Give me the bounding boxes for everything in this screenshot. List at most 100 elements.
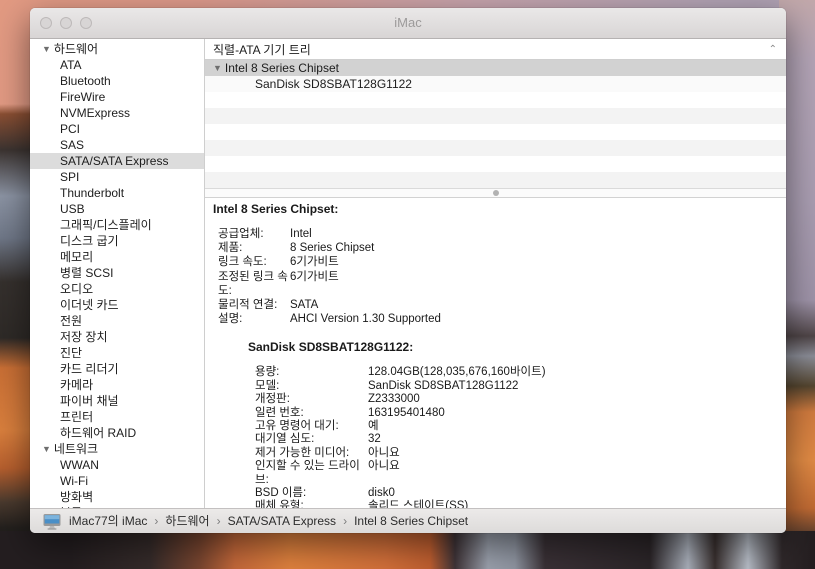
- sort-ascending-icon[interactable]: ⌃: [769, 44, 786, 55]
- sidebar[interactable]: ▼하드웨어ATABluetoothFireWireNVMExpressPCISA…: [30, 39, 205, 508]
- detail-value: 아니요: [368, 447, 786, 460]
- sidebar-item[interactable]: 카메라: [30, 377, 204, 393]
- detail-value: SATA: [290, 298, 786, 312]
- detail-row: 설명:AHCI Version 1.30 Supported: [205, 312, 786, 326]
- sidebar-item[interactable]: 파이버 채널: [30, 393, 204, 409]
- tree-row[interactable]: SanDisk SD8SBAT128G1122: [205, 76, 786, 92]
- sidebar-item[interactable]: FireWire: [30, 89, 204, 105]
- detail-row: 공급업체:Intel: [205, 227, 786, 241]
- sidebar-item[interactable]: 진단: [30, 345, 204, 361]
- imac-computer-icon: [42, 513, 62, 530]
- sidebar-item[interactable]: Bluetooth: [30, 73, 204, 89]
- detail-value: SanDisk SD8SBAT128G1122: [368, 380, 786, 393]
- tree-column-title: 직렬-ATA 기기 트리: [205, 41, 769, 58]
- detail-section: SanDisk SD8SBAT128G1122:용량:128.04GB(128,…: [205, 340, 786, 508]
- detail-pane: Intel 8 Series Chipset:공급업체:Intel제품:8 Se…: [205, 198, 786, 508]
- detail-label: 용량:: [255, 366, 368, 379]
- tree-row-label: Intel 8 Series Chipset: [225, 61, 339, 75]
- sidebar-item[interactable]: 디스크 굽기: [30, 233, 204, 249]
- detail-value: Intel: [290, 227, 786, 241]
- breadcrumb-bar: iMac77의 iMac›하드웨어›SATA/SATA Express›Inte…: [30, 508, 786, 533]
- window-title: iMac: [30, 8, 786, 38]
- detail-value: 8 Series Chipset: [290, 241, 786, 255]
- disclosure-triangle-icon: ▼: [42, 441, 51, 457]
- detail-label: 물리적 연결:: [218, 298, 290, 312]
- sidebar-item[interactable]: ATA: [30, 57, 204, 73]
- detail-row: 고유 명령어 대기:예: [205, 420, 786, 433]
- detail-label: 개정판:: [255, 393, 368, 406]
- detail-row: 제품:8 Series Chipset: [205, 241, 786, 255]
- pane-splitter[interactable]: [205, 188, 786, 198]
- sidebar-item[interactable]: Wi-Fi: [30, 473, 204, 489]
- tree-row-label: SanDisk SD8SBAT128G1122: [255, 77, 412, 91]
- detail-row: 용량:128.04GB(128,035,676,160바이트): [205, 366, 786, 379]
- breadcrumb-item[interactable]: SATA/SATA Express: [228, 514, 336, 528]
- detail-row: 대기열 심도:32: [205, 433, 786, 446]
- breadcrumb-separator-icon: ›: [217, 514, 221, 528]
- detail-value: 솔리드 스테이트(SS): [368, 500, 786, 508]
- sidebar-group-label: 네트워크: [54, 442, 98, 456]
- detail-label: 공급업체:: [218, 227, 290, 241]
- detail-row: 조정된 링크 속도:6기가비트: [205, 270, 786, 298]
- detail-row: 물리적 연결:SATA: [205, 298, 786, 312]
- detail-value: 아니요: [368, 460, 786, 487]
- tree-row-empty: [205, 108, 786, 124]
- sidebar-item[interactable]: 전원: [30, 313, 204, 329]
- sidebar-item[interactable]: NVMExpress: [30, 105, 204, 121]
- detail-row: 제거 가능한 미디어:아니요: [205, 447, 786, 460]
- tree-row[interactable]: ▼Intel 8 Series Chipset: [205, 60, 786, 76]
- sidebar-item[interactable]: 저장 장치: [30, 329, 204, 345]
- detail-value: 6기가비트: [290, 255, 786, 269]
- detail-label: 매체 유형:: [255, 500, 368, 508]
- detail-row: 인지할 수 있는 드라이브:아니요: [205, 460, 786, 487]
- breadcrumb-item[interactable]: Intel 8 Series Chipset: [354, 514, 468, 528]
- breadcrumb-separator-icon: ›: [154, 514, 158, 528]
- sidebar-item[interactable]: SAS: [30, 137, 204, 153]
- titlebar[interactable]: iMac: [30, 8, 786, 39]
- tree-row-empty: [205, 92, 786, 108]
- detail-row: BSD 이름:disk0: [205, 487, 786, 500]
- splitter-knob-icon: [493, 190, 499, 196]
- sidebar-group[interactable]: ▼네트워크: [30, 441, 204, 457]
- sidebar-item[interactable]: 이더넷 카드: [30, 297, 204, 313]
- sidebar-item[interactable]: 방화벽: [30, 489, 204, 505]
- tree-column-header[interactable]: 직렬-ATA 기기 트리 ⌃: [205, 39, 786, 60]
- sidebar-item[interactable]: SATA/SATA Express: [30, 153, 204, 169]
- detail-row: 일련 번호:163195401480: [205, 407, 786, 420]
- main-pane: 직렬-ATA 기기 트리 ⌃ ▼Intel 8 Series ChipsetSa…: [205, 39, 786, 508]
- tree-row-empty: [205, 172, 786, 188]
- breadcrumb-item[interactable]: iMac77의 iMac: [69, 514, 147, 528]
- disclosure-triangle-icon: ▼: [42, 41, 51, 57]
- sidebar-item[interactable]: Thunderbolt: [30, 185, 204, 201]
- sidebar-item[interactable]: 오디오: [30, 281, 204, 297]
- detail-value: Z2333000: [368, 393, 786, 406]
- detail-label: 제품:: [218, 241, 290, 255]
- sidebar-item[interactable]: WWAN: [30, 457, 204, 473]
- detail-value: 163195401480: [368, 407, 786, 420]
- detail-label: 대기열 심도:: [255, 433, 368, 446]
- detail-label: 제거 가능한 미디어:: [255, 447, 368, 460]
- sidebar-item[interactable]: 메모리: [30, 249, 204, 265]
- sidebar-item[interactable]: 카드 리더기: [30, 361, 204, 377]
- detail-value: 6기가비트: [290, 270, 786, 298]
- sidebar-item[interactable]: SPI: [30, 169, 204, 185]
- detail-value: 128.04GB(128,035,676,160바이트): [368, 366, 786, 379]
- breadcrumb-item[interactable]: 하드웨어: [165, 514, 209, 528]
- sidebar-item[interactable]: PCI: [30, 121, 204, 137]
- detail-value: AHCI Version 1.30 Supported: [290, 312, 786, 326]
- detail-label: 모델:: [255, 380, 368, 393]
- detail-label: BSD 이름:: [255, 487, 368, 500]
- sidebar-item[interactable]: 병렬 SCSI: [30, 265, 204, 281]
- sidebar-item[interactable]: USB: [30, 201, 204, 217]
- sidebar-item[interactable]: 하드웨어 RAID: [30, 425, 204, 441]
- tree-row-empty: [205, 140, 786, 156]
- breadcrumb: iMac77의 iMac›하드웨어›SATA/SATA Express›Inte…: [69, 512, 468, 530]
- sidebar-item[interactable]: 프린터: [30, 409, 204, 425]
- detail-row: 개정판:Z2333000: [205, 393, 786, 406]
- detail-value: 예: [368, 420, 786, 433]
- detail-row: 모델:SanDisk SD8SBAT128G1122: [205, 380, 786, 393]
- sidebar-item[interactable]: 그래픽/디스플레이: [30, 217, 204, 233]
- sidebar-group[interactable]: ▼하드웨어: [30, 41, 204, 57]
- detail-label: 링크 속도:: [218, 255, 290, 269]
- sidebar-group-label: 하드웨어: [54, 42, 98, 56]
